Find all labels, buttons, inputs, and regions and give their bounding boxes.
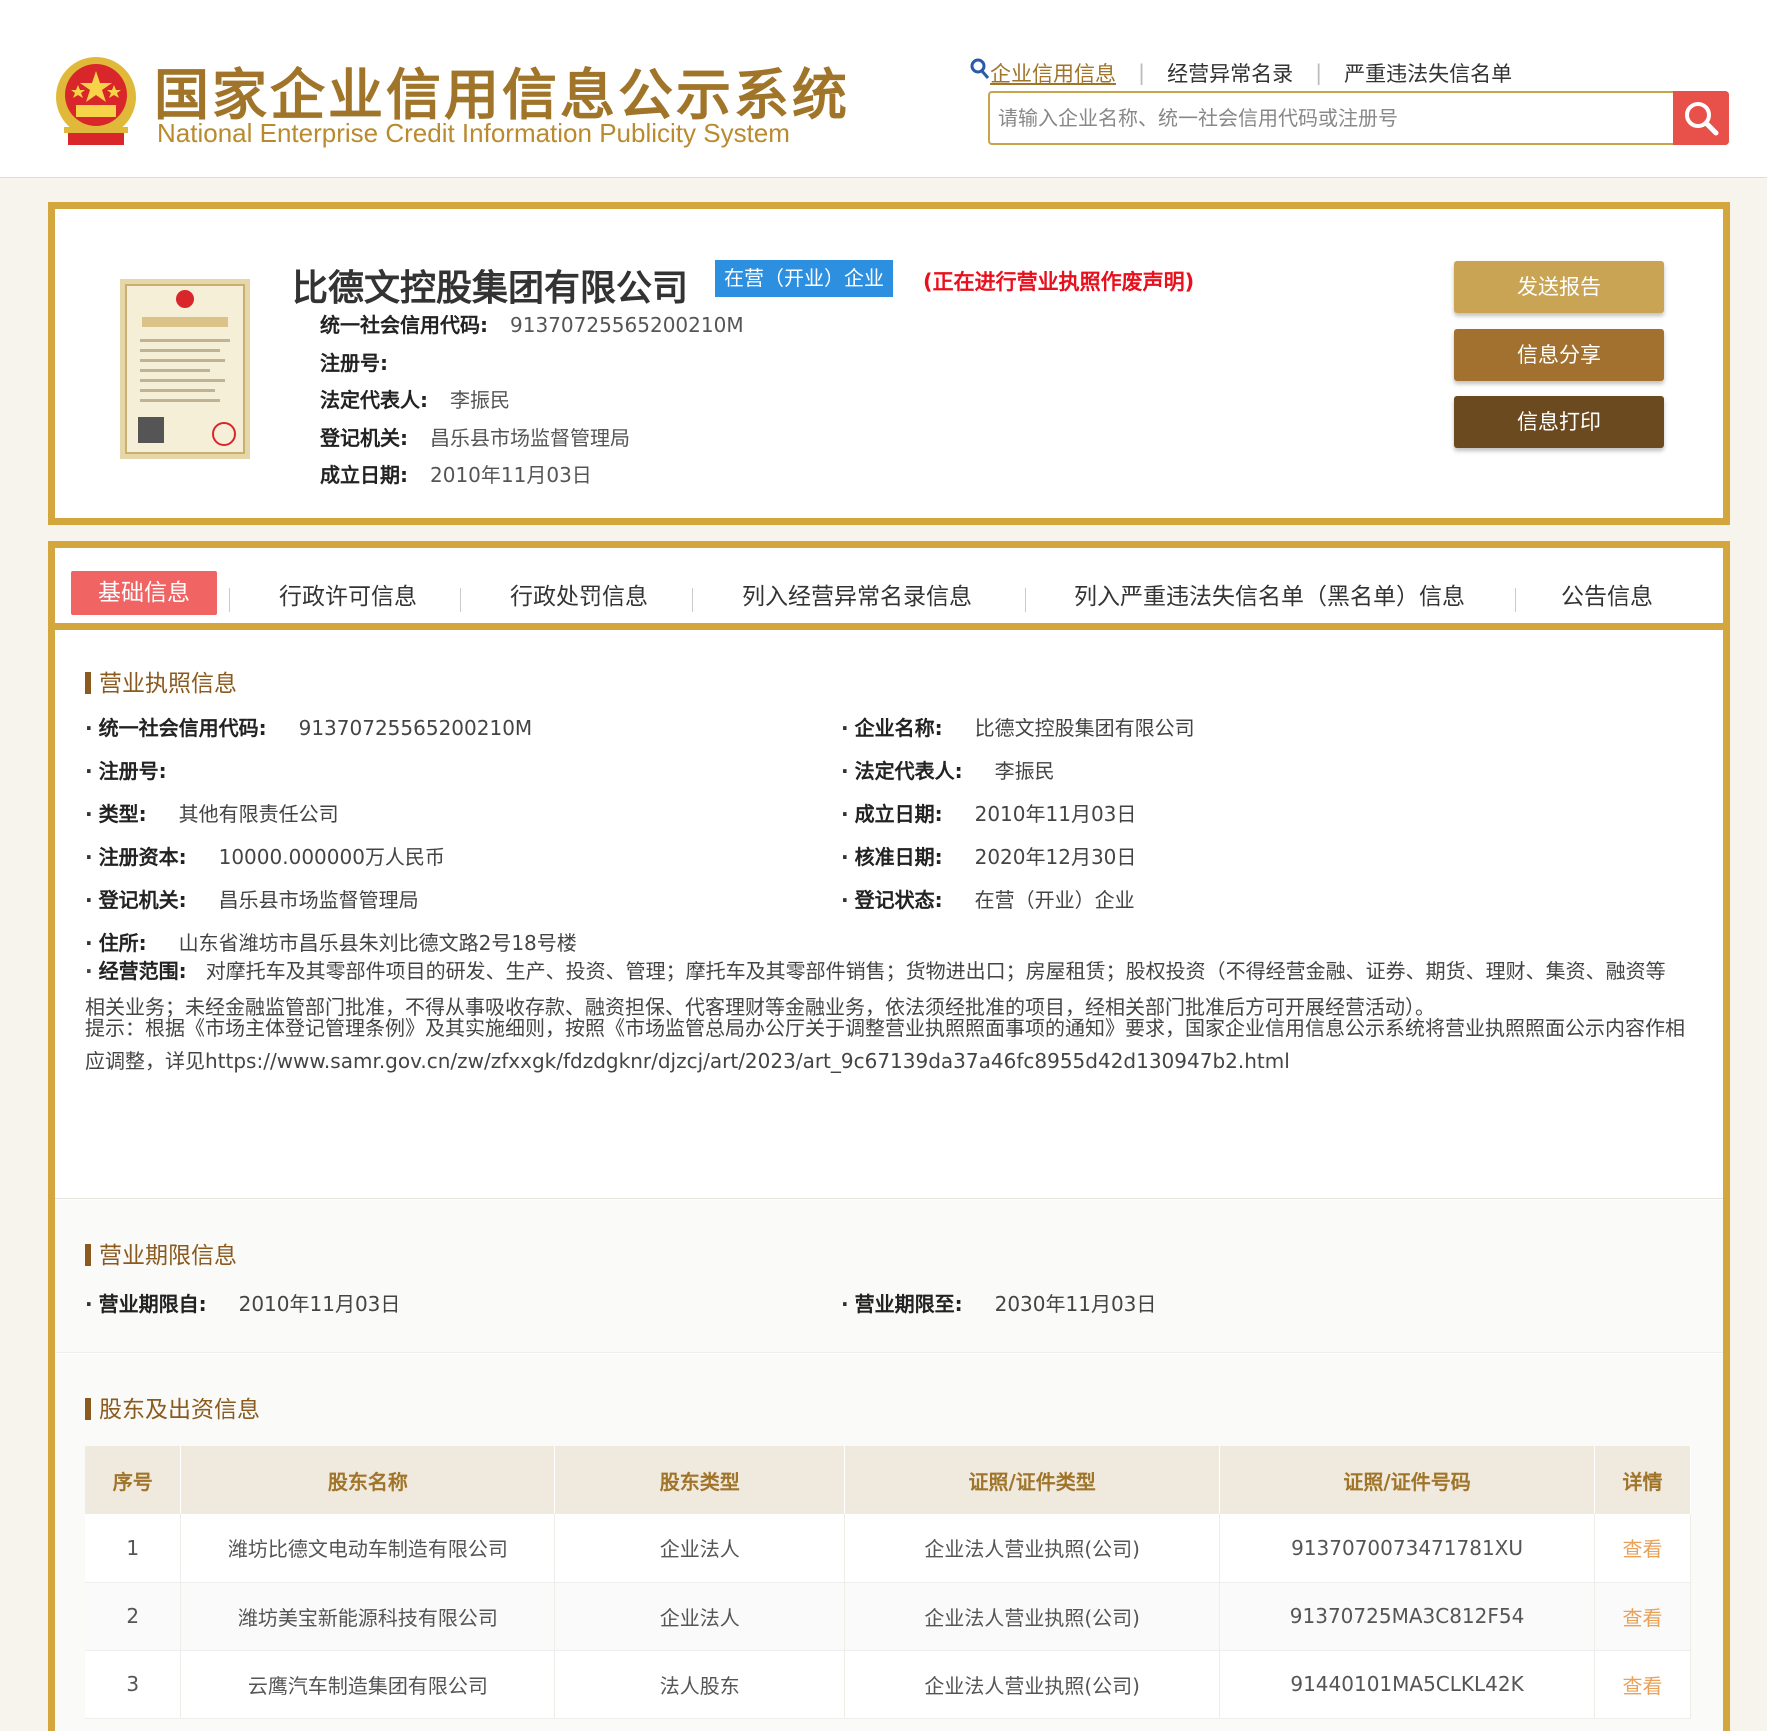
col-index: 序号	[85, 1446, 182, 1514]
tab-divider	[692, 588, 693, 612]
tab-basic-info[interactable]: 基础信息	[71, 571, 217, 615]
company-card: 比德文控股集团有限公司 在营（开业）企业 (正在进行营业执照作废声明) 统一社会…	[48, 202, 1730, 525]
tab-abnormal-list[interactable]: 列入经营异常名录信息	[742, 577, 972, 611]
field-credit-code: · 统一社会信用代码: 91370725565200210M	[85, 716, 533, 740]
search-input[interactable]	[998, 101, 1658, 135]
view-details-link[interactable]: 查看	[1594, 1650, 1691, 1719]
field-type: · 类型: 其他有限责任公司	[85, 802, 339, 826]
table-row: 1 潍坊比德文电动车制造有限公司 企业法人 企业法人营业执照(公司) 91370…	[85, 1514, 1691, 1583]
tab-announcements[interactable]: 公告信息	[1561, 577, 1653, 611]
license-section-title: 营业执照信息	[85, 664, 237, 698]
license-notice: 提示：根据《市场主体登记管理条例》及其实施细则，按照《市场监管总局办公厅关于调整…	[85, 1016, 1685, 1073]
field-term-to: · 营业期限至: 2030年11月03日	[841, 1292, 1157, 1316]
summary-legal-rep: 法定代表人: 李振民	[320, 388, 510, 412]
shareholders-table: 序号 股东名称 股东类型 证照/证件类型 证照/证件号码 详情 1 潍坊比德文电…	[85, 1446, 1691, 1719]
field-capital: · 注册资本: 10000.000000万人民币	[85, 845, 445, 869]
summary-credit-code: 统一社会信用代码: 91370725565200210M	[320, 313, 744, 337]
field-term-from: · 营业期限自: 2010年11月03日	[85, 1292, 401, 1316]
nav-divider: |	[1315, 61, 1323, 85]
field-reg-number: · 注册号:	[85, 759, 167, 783]
send-report-button[interactable]: 发送报告	[1454, 261, 1664, 313]
tab-divider	[460, 588, 461, 612]
view-details-link[interactable]: 查看	[1594, 1514, 1691, 1583]
tab-divider	[229, 588, 230, 612]
tab-divider	[1025, 588, 1026, 612]
tab-admin-penalty[interactable]: 行政处罚信息	[510, 577, 648, 611]
tab-divider	[1515, 588, 1516, 612]
nav-credit-info[interactable]: 企业信用信息	[990, 58, 1116, 88]
field-reg-status: · 登记状态: 在营（开业）企业	[841, 888, 1135, 912]
shareholders-section: 股东及出资信息 序号 股东名称 股东类型 证照/证件类型 证照/证件号码 详情 …	[55, 1354, 1723, 1731]
summary-reg-number: 注册号:	[320, 350, 388, 375]
license-info-section: 营业执照信息 · 统一社会信用代码: 91370725565200210M · 注册号…	[55, 630, 1723, 1199]
term-section: 营业期限信息 · 营业期限自: 2010年11月03日 · 营业期限至: 2030年11…	[55, 1200, 1723, 1353]
field-authority: · 登记机关: 昌乐县市场监督管理局	[85, 888, 419, 912]
field-approved: · 核准日期: 2020年12月30日	[841, 845, 1137, 869]
info-panel: 基础信息 行政许可信息 行政处罚信息 列入经营异常名录信息 列入严重违法失信名单…	[48, 541, 1730, 1731]
field-legal-rep: · 法定代表人: 李振民	[841, 759, 1055, 783]
search-button[interactable]	[1673, 91, 1729, 145]
tab-bar: 基础信息 行政许可信息 行政处罚信息 列入经营异常名录信息 列入严重违法失信名单…	[55, 548, 1723, 630]
field-address: · 住所: 山东省潍坊市昌乐县朱刘比德文路2号18号楼	[85, 931, 577, 955]
col-details: 详情	[1594, 1446, 1691, 1514]
national-emblem-icon	[56, 57, 136, 145]
table-row: 3 云鹰汽车制造集团有限公司 法人股东 企业法人营业执照(公司) 9144010…	[85, 1650, 1691, 1719]
term-section-title: 营业期限信息	[85, 1236, 237, 1270]
search-box	[988, 91, 1729, 145]
field-company-name: · 企业名称: 比德文控股集团有限公司	[841, 716, 1195, 740]
company-summary-fields: 统一社会信用代码: 91370725565200210M 注册号: 法定代表人: 李…	[320, 307, 744, 495]
nav-blacklist[interactable]: 严重违法失信名单	[1344, 58, 1512, 88]
license-void-warning: (正在进行营业执照作废声明)	[923, 270, 1195, 294]
summary-authority: 登记机关: 昌乐县市场监督管理局	[320, 425, 630, 450]
col-holder-name: 股东名称	[180, 1446, 556, 1514]
view-details-link[interactable]: 查看	[1594, 1582, 1691, 1651]
business-license-icon	[120, 279, 250, 459]
search-icon	[1685, 102, 1719, 136]
status-badge: 在营（开业）企业	[715, 260, 893, 297]
share-info-button[interactable]: 信息分享	[1454, 329, 1664, 381]
summary-founded: 成立日期: 2010年11月03日	[320, 463, 592, 487]
field-founded: · 成立日期: 2010年11月03日	[841, 802, 1137, 826]
top-nav: 企业信用信息 | 经营异常名录 | 严重违法失信名单	[970, 58, 1512, 88]
table-row: 2 潍坊美宝新能源科技有限公司 企业法人 企业法人营业执照(公司) 913707…	[85, 1582, 1691, 1651]
table-header-row: 序号 股东名称 股东类型 证照/证件类型 证照/证件号码 详情	[85, 1446, 1691, 1514]
search-small-icon	[970, 58, 990, 79]
site-header: 国家企业信用信息公示系统 National Enterprise Credit …	[0, 0, 1767, 178]
col-cert-type: 证照/证件类型	[844, 1446, 1221, 1514]
nav-divider: |	[1138, 61, 1146, 85]
nav-abnormal-list[interactable]: 经营异常名录	[1167, 58, 1293, 88]
print-info-button[interactable]: 信息打印	[1454, 396, 1664, 448]
site-subtitle: National Enterprise Credit Information P…	[157, 118, 790, 148]
tab-admin-license[interactable]: 行政许可信息	[279, 577, 417, 611]
col-cert-number: 证照/证件号码	[1219, 1446, 1596, 1514]
shareholders-section-title: 股东及出资信息	[85, 1390, 260, 1424]
tab-blacklist[interactable]: 列入严重违法失信名单（黑名单）信息	[1074, 577, 1465, 611]
col-holder-type: 股东类型	[554, 1446, 846, 1514]
company-name: 比德文控股集团有限公司	[292, 268, 689, 309]
